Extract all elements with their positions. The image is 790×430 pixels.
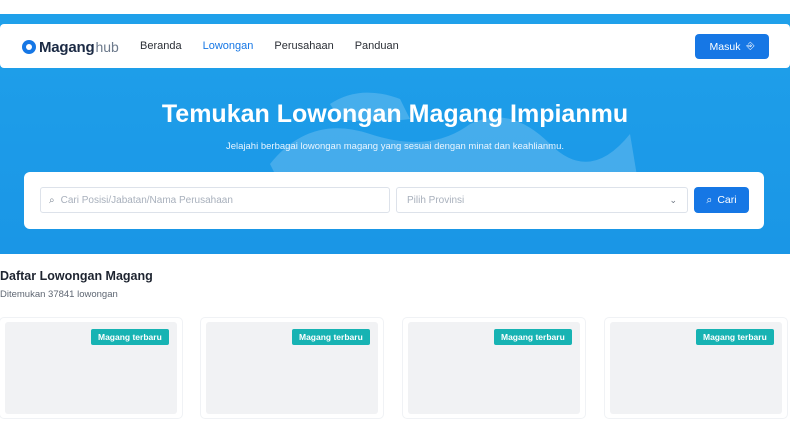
job-card[interactable]: Magang terbaru [605, 318, 787, 418]
magang-hub-logo[interactable]: Magang hub [22, 36, 119, 58]
nav-link-panduan[interactable]: Panduan [355, 40, 399, 52]
new-badge: Magang terbaru [292, 329, 370, 345]
nav-links: Beranda Lowongan Perusahaan Panduan [140, 40, 420, 52]
search-input[interactable]: ⌕ Cari Posisi/Jabatan/Nama Perusahaan [40, 187, 390, 213]
hero-subtitle: Jelajahi berbagai lowongan magang yang s… [225, 141, 564, 152]
login-arrow-icon: ⎆ [746, 41, 755, 52]
new-badge: Magang terbaru [696, 329, 774, 345]
top-navbar: Magang hub Beranda Lowongan Perusahaan P… [0, 24, 790, 68]
job-card[interactable]: Magang terbaru [201, 318, 383, 418]
logo-text-main: Magang [39, 38, 95, 56]
job-card[interactable]: Magang terbaru [0, 318, 182, 418]
nav-link-lowongan[interactable]: Lowongan [203, 40, 254, 52]
logo-text-sub: hub [95, 39, 119, 55]
logo-icon [22, 40, 36, 54]
nav-link-beranda[interactable]: Beranda [140, 40, 182, 52]
search-button-label: Cari [717, 194, 737, 206]
search-button-icon: ⌕ [706, 193, 713, 206]
new-badge: Magang terbaru [494, 329, 572, 345]
province-select[interactable]: Pilih Provinsi ⌄ [396, 187, 688, 213]
login-button[interactable]: Masuk ⎆ [695, 34, 769, 59]
new-badge: Magang terbaru [91, 329, 169, 345]
listing-count: Ditemukan 37841 lowongan [0, 289, 118, 300]
search-placeholder: Cari Posisi/Jabatan/Nama Perusahaan [60, 194, 233, 206]
nav-link-perusahaan[interactable]: Perusahaan [274, 40, 333, 52]
search-card: ⌕ Cari Posisi/Jabatan/Nama Perusahaan Pi… [24, 172, 764, 229]
search-button[interactable]: ⌕ Cari [694, 187, 749, 213]
chevron-down-icon: ⌄ [669, 195, 677, 205]
job-card[interactable]: Magang terbaru [403, 318, 585, 418]
login-button-label: Masuk [709, 40, 741, 53]
search-icon: ⌕ [49, 194, 55, 206]
province-placeholder: Pilih Provinsi [407, 194, 465, 206]
listing-title: Daftar Lowongan Magang [0, 269, 153, 283]
hero-title: Temukan Lowongan Magang Impianmu [161, 100, 629, 128]
